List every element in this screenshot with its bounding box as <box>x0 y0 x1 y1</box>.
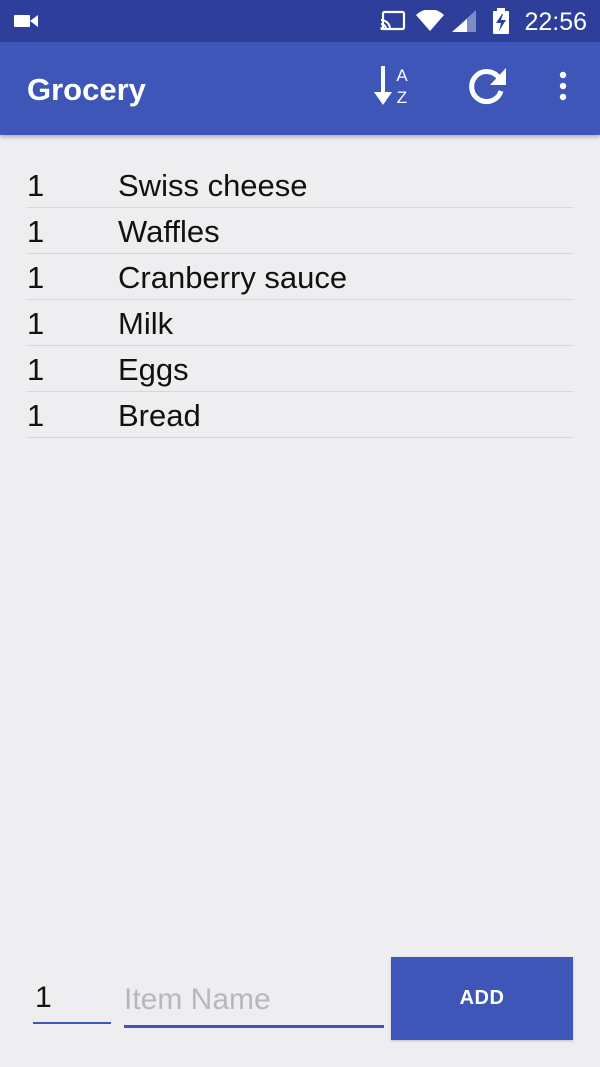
wifi-icon <box>416 0 444 42</box>
cast-icon <box>380 0 406 42</box>
add-button[interactable]: ADD <box>391 957 573 1040</box>
list-item[interactable]: 1 Cranberry sauce <box>27 254 573 300</box>
grocery-screen: 22:56 Grocery A Z 1 Swiss cheese 1 Waffl… <box>0 0 600 1067</box>
grocery-list: 1 Swiss cheese 1 Waffles 1 Cranberry sau… <box>27 162 573 438</box>
quantity-input[interactable] <box>33 974 111 1024</box>
cell-signal-icon <box>452 0 476 42</box>
item-quantity: 1 <box>27 168 45 203</box>
refresh-icon <box>466 65 508 112</box>
item-name: Milk <box>118 306 174 341</box>
item-name: Waffles <box>118 214 220 249</box>
status-time: 22:56 <box>524 8 587 36</box>
sort-az-button[interactable]: A Z <box>366 42 420 135</box>
list-item[interactable]: 1 Swiss cheese <box>27 162 573 208</box>
svg-text:Z: Z <box>397 88 407 107</box>
overflow-menu-icon <box>559 71 567 106</box>
app-bar: Grocery A Z <box>0 42 600 135</box>
list-item[interactable]: 1 Bread <box>27 392 573 438</box>
battery-charging-icon <box>492 0 510 42</box>
item-name: Eggs <box>118 352 189 387</box>
item-name: Cranberry sauce <box>118 260 348 295</box>
item-quantity: 1 <box>27 306 45 341</box>
refresh-button[interactable] <box>460 42 514 135</box>
item-name-input[interactable] <box>124 974 384 1028</box>
overflow-menu-button[interactable] <box>546 42 580 135</box>
item-quantity: 1 <box>27 352 45 387</box>
video-camera-icon <box>14 0 38 42</box>
page-title: Grocery <box>27 72 146 107</box>
status-bar: 22:56 <box>0 0 600 42</box>
sort-az-icon: A Z <box>373 64 413 113</box>
item-quantity: 1 <box>27 214 45 249</box>
list-item[interactable]: 1 Milk <box>27 300 573 346</box>
list-item[interactable]: 1 Eggs <box>27 346 573 392</box>
item-quantity: 1 <box>27 398 45 433</box>
item-name: Swiss cheese <box>118 168 308 203</box>
item-name: Bread <box>118 398 201 433</box>
item-quantity: 1 <box>27 260 45 295</box>
svg-text:A: A <box>396 66 408 85</box>
list-item[interactable]: 1 Waffles <box>27 208 573 254</box>
